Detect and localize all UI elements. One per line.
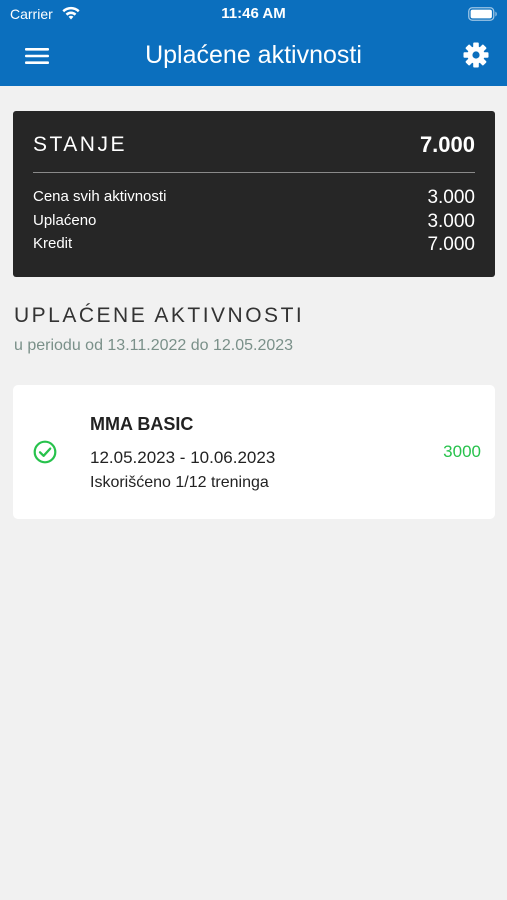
balance-row-label: Cena svih aktivnosti xyxy=(33,188,167,205)
check-circle-icon xyxy=(33,440,57,464)
balance-row-total-price: Cena svih aktivnosti 3.000 xyxy=(33,187,475,211)
activity-amount: 3000 xyxy=(443,442,481,461)
battery-icon xyxy=(468,7,497,21)
activity-card[interactable]: MMA BASIC 12.05.2023 - 10.06.2023 Iskori… xyxy=(13,385,495,519)
activity-usage: Iskorišćeno 1/12 treninga xyxy=(90,474,269,491)
page-title: Uplaćene aktivnosti xyxy=(145,41,362,69)
activity-name: MMA BASIC xyxy=(90,414,194,434)
balance-row-value: 3.000 xyxy=(427,187,475,208)
balance-row-label: Kredit xyxy=(33,235,73,252)
app-header: Carrier 11:46 AM Uplaćene aktivnosti xyxy=(0,0,507,86)
balance-row-label: Uplaćeno xyxy=(33,212,97,229)
activity-dates: 12.05.2023 - 10.06.2023 xyxy=(90,448,276,467)
balance-row-value: 3.000 xyxy=(427,211,475,232)
status-bar: Carrier 11:46 AM xyxy=(0,0,507,28)
status-time: 11:46 AM xyxy=(221,5,286,22)
balance-row-value: 7.000 xyxy=(427,234,475,255)
balance-value: 7.000 xyxy=(419,132,475,157)
menu-button[interactable] xyxy=(14,40,60,72)
balance-label: STANJE xyxy=(33,133,127,156)
settings-button[interactable] xyxy=(459,38,493,72)
section-subtitle: u periodu od 13.11.2022 do 12.05.2023 xyxy=(14,337,294,354)
hamburger-menu-icon xyxy=(25,48,49,64)
balance-card: STANJE 7.000 Cena svih aktivnosti 3.000 … xyxy=(13,111,495,277)
balance-row-credit: Kredit 7.000 xyxy=(33,234,475,258)
balance-row-paid: Uplaćeno 3.000 xyxy=(33,211,475,235)
section-title: UPLAĆENE AKTIVNOSTI xyxy=(14,304,305,327)
balance-divider xyxy=(33,172,475,173)
gear-icon xyxy=(463,42,489,68)
